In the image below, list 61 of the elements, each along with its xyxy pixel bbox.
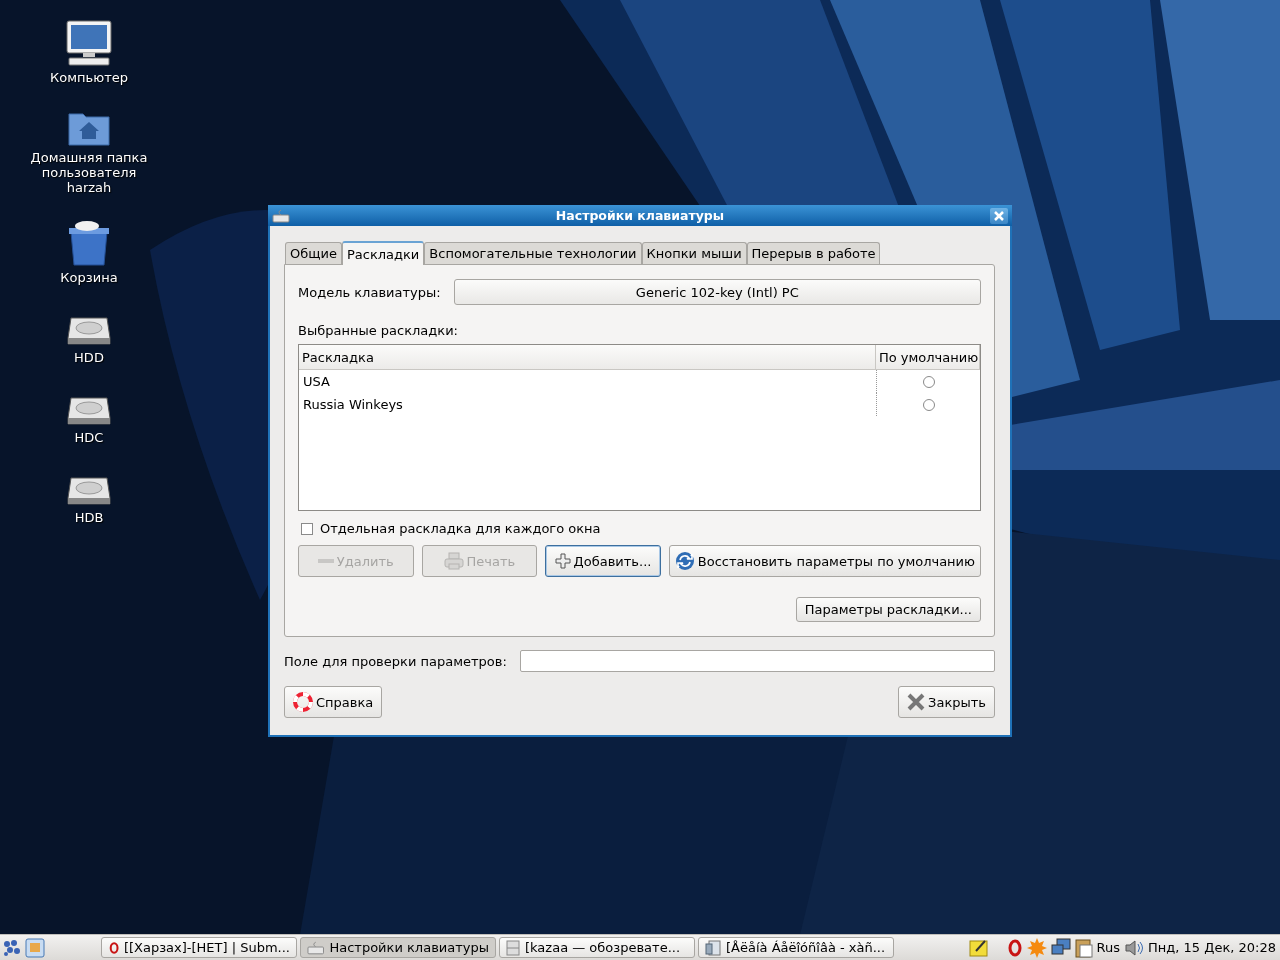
file-cabinet-icon (506, 939, 520, 956)
notes-icon[interactable] (968, 937, 989, 958)
hard-drive-icon (67, 314, 111, 346)
field-label: Модель клавиатуры: (298, 284, 441, 300)
section-label: Выбранные раскладки: (298, 323, 459, 338)
hard-drive-icon (67, 394, 111, 426)
close-dialog-button[interactable]: Закрыть (898, 686, 995, 718)
desktop-icon-label[interactable]: HDC (24, 430, 154, 445)
default-radio[interactable] (922, 398, 935, 411)
checkbox[interactable] (301, 522, 313, 535)
minus-icon (317, 559, 334, 563)
field-label: Поле для проверки параметров: (284, 653, 507, 669)
home-folder-icon (68, 110, 110, 146)
reset-button[interactable]: Восстановить параметры по умолчанию (668, 545, 981, 577)
desktop-icon-label[interactable]: Корзина (24, 270, 154, 285)
desktop-icon-label[interactable]: Домашняя папка пользователя harzah (24, 150, 154, 195)
taskbar-button[interactable]: Настройки клавиатуры (300, 937, 496, 958)
hard-drive-icon (67, 474, 111, 506)
column-header[interactable]: Раскладка (299, 345, 876, 369)
table-cell-text: USA (302, 373, 331, 391)
close-button[interactable] (990, 207, 1008, 224)
refresh-icon (674, 551, 695, 571)
tab[interactable]: Раскладки (341, 241, 425, 265)
keyboard-model-button[interactable]: Generic 102-key (Intl) PC (453, 279, 981, 305)
add-button[interactable]: Добавить... (545, 545, 661, 577)
browser-icon (108, 939, 119, 956)
table-cell-text: Russia Winkeys (302, 396, 404, 414)
close-icon (994, 210, 1004, 221)
main-menu-icon[interactable] (2, 937, 22, 958)
keyboard-layout-indicator[interactable]: Rus (1096, 940, 1121, 955)
checkbox-label[interactable]: Отдельная раскладка для каждого окна (320, 521, 601, 536)
default-radio[interactable] (922, 375, 935, 388)
desktop-icon-label[interactable]: Компьютер (24, 70, 154, 85)
network-icon[interactable] (1050, 937, 1071, 958)
trash-icon (67, 220, 111, 266)
taskbar-button[interactable]: [Åëåíà Áåëîóñîâà - xàñ... (698, 937, 894, 958)
taskbar-button[interactable]: [kazaa — обозревате... (499, 937, 695, 958)
computer-icon (65, 20, 113, 66)
keyboard-icon (272, 208, 290, 223)
desktop-icon[interactable] (25, 937, 45, 958)
taskbar-button[interactable]: [[Харзах]-[НЕТ] | Subm... (101, 937, 297, 958)
test-input-field[interactable] (519, 650, 995, 672)
window-title: Настройки клавиатуры (554, 208, 726, 223)
lifebuoy-icon (293, 692, 313, 712)
document-icon (705, 939, 721, 956)
tab[interactable]: Общие (285, 242, 342, 264)
tab[interactable]: Кнопки мыши (641, 242, 747, 264)
clock[interactable]: Пнд, 15 Дек, 20:28 (1148, 940, 1276, 955)
desktop-icon-label[interactable]: HDB (24, 510, 154, 525)
close-icon (907, 693, 926, 711)
printer-icon (443, 552, 464, 570)
tab[interactable]: Перерыв в работе (746, 242, 881, 264)
layout-options-button[interactable]: Параметры раскладки... (795, 597, 981, 622)
clipboard-icon[interactable] (1074, 937, 1093, 958)
plus-icon (554, 553, 571, 569)
column-header[interactable]: По умолчанию (876, 345, 980, 369)
desktop-icon-label[interactable]: HDD (24, 350, 154, 365)
tab[interactable]: Вспомогательные технологии (424, 242, 642, 264)
keyboard-icon (307, 940, 325, 955)
help-button[interactable]: Справка (284, 686, 383, 718)
speaker-icon[interactable] (1124, 938, 1145, 957)
